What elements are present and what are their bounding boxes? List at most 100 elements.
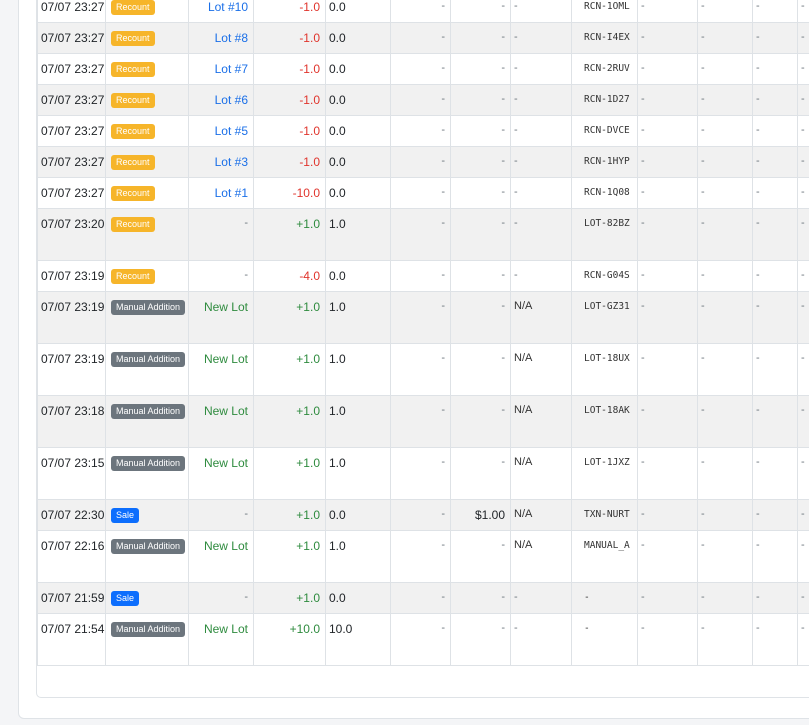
qty-after-cell: 0.0 <box>325 499 391 531</box>
reference-cell: RCN-1D27 <box>571 84 638 116</box>
extra-cell: - <box>697 530 753 583</box>
payment-cell: - <box>510 22 572 54</box>
cost-cell: - <box>390 343 451 396</box>
extra-cell: - <box>637 395 698 448</box>
type-cell: Manual Addition <box>105 613 189 666</box>
extra-cell: - <box>697 0 753 23</box>
table-row: 07/07 23:27 Recount Lot #8 -1.0 0.0- - - RCN-I4… <box>37 22 809 54</box>
type-cell: Manual Addition <box>105 291 189 344</box>
type-cell: Recount <box>105 260 189 292</box>
extra-cell: - <box>797 499 809 531</box>
extra-cell: - <box>637 530 698 583</box>
table-row: 07/07 23:27 Recount Lot #5 -1.0 0.0- - - RCN-DV… <box>37 115 809 147</box>
qty-change-cell: +10.0 <box>253 613 326 666</box>
qty-after-cell: 0.0 <box>325 22 391 54</box>
extra-cell: - <box>697 177 753 209</box>
qty-after-cell: 0.0 <box>325 260 391 292</box>
type-badge: Manual Addition <box>111 456 186 471</box>
cost-cell: - <box>390 395 451 448</box>
qty-change-cell: +1.0 <box>253 447 326 500</box>
reference-cell: - <box>571 613 638 666</box>
lot-cell: - <box>188 582 254 614</box>
extra-cell: - <box>752 499 798 531</box>
cost-cell: - <box>390 613 451 666</box>
extra-cell: - <box>637 499 698 531</box>
qty-change-cell: +1.0 <box>253 208 326 261</box>
payment-cell: - <box>510 0 572 23</box>
extra-cell: - <box>752 53 798 85</box>
extra-cell: - <box>752 447 798 500</box>
type-cell: Manual Addition <box>105 395 189 448</box>
date-cell: 07/07 23:27 <box>37 146 106 178</box>
type-badge: Recount <box>111 155 155 170</box>
lot-link[interactable]: Lot #3 <box>188 146 254 178</box>
qty-after-cell: 0.0 <box>325 0 391 23</box>
payment-cell: - <box>510 115 572 147</box>
price-cell: - <box>450 115 511 147</box>
extra-cell: - <box>752 146 798 178</box>
reference-cell: RCN-1OML <box>571 0 638 23</box>
type-cell: Recount <box>105 115 189 147</box>
extra-cell: - <box>752 115 798 147</box>
reference-cell: RCN-G04S <box>571 260 638 292</box>
lot-link[interactable]: Lot #7 <box>188 53 254 85</box>
price-cell: - <box>450 291 511 344</box>
price-cell: - <box>450 84 511 116</box>
lot-link[interactable]: Lot #8 <box>188 22 254 54</box>
type-badge: Manual Addition <box>111 300 186 315</box>
cost-cell: - <box>390 208 451 261</box>
extra-cell: - <box>697 84 753 116</box>
reference-cell: RCN-2RUV <box>571 53 638 85</box>
extra-cell: - <box>752 395 798 448</box>
table-row: 07/07 23:19 Manual Addition New Lot +1.0 1.0… <box>37 291 809 344</box>
extra-cell: - <box>797 260 809 292</box>
price-cell: - <box>450 260 511 292</box>
type-badge: Manual Addition <box>111 539 186 554</box>
lot-cell: New Lot <box>188 530 254 583</box>
lot-link[interactable]: Lot #5 <box>188 115 254 147</box>
extra-cell: - <box>637 208 698 261</box>
lot-link[interactable]: Lot #1 <box>188 177 254 209</box>
type-badge: Recount <box>111 217 155 232</box>
extra-cell: - <box>697 146 753 178</box>
date-cell: 07/07 21:54 <box>37 613 106 666</box>
cost-cell: - <box>390 291 451 344</box>
qty-change-cell: -1.0 <box>253 0 326 23</box>
qty-after-cell: 1.0 <box>325 291 391 344</box>
qty-after-cell: 1.0 <box>325 447 391 500</box>
type-badge: Recount <box>111 62 155 77</box>
qty-change-cell: +1.0 <box>253 499 326 531</box>
price-cell: $1.00 <box>450 499 511 531</box>
qty-change-cell: -1.0 <box>253 22 326 54</box>
payment-cell: - <box>510 208 572 261</box>
extra-cell: - <box>697 22 753 54</box>
transactions-body: 07/07 23:27 Recount Lot #10 -1.0 0.0- - - RCN-1… <box>37 0 809 666</box>
extra-cell: - <box>697 499 753 531</box>
table-row: 07/07 23:27 Recount Lot #1 -10.0 0.0- - - RCN-1… <box>37 177 809 209</box>
price-cell: - <box>450 343 511 396</box>
extra-cell: - <box>797 530 809 583</box>
price-cell: - <box>450 0 511 23</box>
type-badge: Manual Addition <box>111 404 186 419</box>
qty-after-cell: 1.0 <box>325 530 391 583</box>
reference-cell: LOT-1JXZ <box>571 447 638 500</box>
type-cell: Recount <box>105 146 189 178</box>
qty-change-cell: +1.0 <box>253 530 326 583</box>
lot-link[interactable]: Lot #6 <box>188 84 254 116</box>
date-cell: 07/07 23:18 <box>37 395 106 448</box>
extra-cell: - <box>797 208 809 261</box>
qty-change-cell: +1.0 <box>253 395 326 448</box>
extra-cell: - <box>637 343 698 396</box>
reference-cell: LOT-GZ31 <box>571 291 638 344</box>
type-cell: Manual Addition <box>105 530 189 583</box>
extra-cell: - <box>637 22 698 54</box>
extra-cell: - <box>637 447 698 500</box>
price-cell: - <box>450 53 511 85</box>
extra-cell: - <box>637 146 698 178</box>
reference-cell: RCN-1HYP <box>571 146 638 178</box>
table-row: 07/07 22:30 Sale - +1.0 0.0- $1.00 N/A TXN-NURT… <box>37 499 809 531</box>
type-cell: Recount <box>105 177 189 209</box>
qty-after-cell: 1.0 <box>325 208 391 261</box>
lot-link[interactable]: Lot #10 <box>188 0 254 23</box>
qty-after-cell: 0.0 <box>325 582 391 614</box>
